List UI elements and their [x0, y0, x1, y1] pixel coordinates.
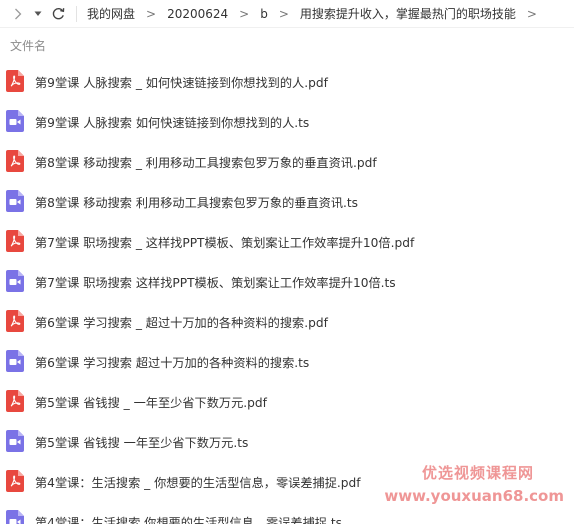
breadcrumb-item-course-folder[interactable]: 用搜索提升收入，掌握最热门的职场技能 — [300, 5, 516, 22]
file-name[interactable]: 第9堂课 人脉搜索 如何快速链接到你想找到的人.ts — [35, 113, 309, 131]
file-list: 第9堂课 人脉搜索 _ 如何快速链接到你想找到的人.pdf 第9堂课 人脉搜索 如… — [0, 61, 574, 524]
breadcrumb-item-date-folder[interactable]: 20200624 — [167, 7, 228, 21]
column-header-filename[interactable]: 文件名 — [10, 37, 46, 54]
breadcrumb-separator: > — [278, 6, 289, 21]
forward-button[interactable] — [10, 0, 26, 27]
file-row[interactable]: 第5堂课 省钱搜 _ 一年至少省下数万元.pdf — [0, 381, 574, 421]
chevron-right-icon — [15, 8, 22, 19]
pdf-file-icon — [6, 70, 24, 92]
file-name[interactable]: 第7堂课 职场搜索 _ 这样找PPT模板、策划案让工作效率提升10倍.pdf — [35, 233, 414, 251]
video-file-icon — [6, 190, 24, 212]
pdf-file-icon — [6, 470, 24, 492]
file-row[interactable]: 第7堂课 职场搜索 这样找PPT模板、策划案让工作效率提升10倍.ts — [0, 261, 574, 301]
file-name[interactable]: 第9堂课 人脉搜索 _ 如何快速链接到你想找到的人.pdf — [35, 73, 328, 91]
file-name[interactable]: 第8堂课 移动搜索 _ 利用移动工具搜索包罗万象的垂直资讯.pdf — [35, 153, 377, 171]
file-name[interactable]: 第4堂课：生活搜索 _ 你想要的生活型信息，零误差捕捉.pdf — [35, 473, 361, 491]
breadcrumb: 我的网盘 > 20200624 > b > 用搜索提升收入，掌握最热门的职场技能… — [87, 5, 548, 22]
video-file-icon — [6, 110, 24, 132]
file-name[interactable]: 第5堂课 省钱搜 _ 一年至少省下数万元.pdf — [35, 393, 267, 411]
toolbar: 我的网盘 > 20200624 > b > 用搜索提升收入，掌握最热门的职场技能… — [0, 0, 574, 28]
file-name[interactable]: 第6堂课 学习搜索 超过十万加的各种资料的搜索.ts — [35, 353, 309, 371]
refresh-button[interactable] — [50, 0, 66, 27]
file-row[interactable]: 第8堂课 移动搜索 利用移动工具搜索包罗万象的垂直资讯.ts — [0, 181, 574, 221]
pdf-file-icon — [6, 390, 24, 412]
file-row[interactable]: 第5堂课 省钱搜 一年至少省下数万元.ts — [0, 421, 574, 461]
file-browser-window: 我的网盘 > 20200624 > b > 用搜索提升收入，掌握最热门的职场技能… — [0, 0, 574, 524]
file-name[interactable]: 第4堂课：生活搜索 你想要的生活型信息，零误差捕捉.ts — [35, 513, 342, 524]
file-row[interactable]: 第6堂课 学习搜索 超过十万加的各种资料的搜索.ts — [0, 341, 574, 381]
pdf-file-icon — [6, 230, 24, 252]
file-row[interactable]: 第8堂课 移动搜索 _ 利用移动工具搜索包罗万象的垂直资讯.pdf — [0, 141, 574, 181]
breadcrumb-separator: > — [146, 6, 157, 21]
file-row[interactable]: 第6堂课 学习搜索 _ 超过十万加的各种资料的搜索.pdf — [0, 301, 574, 341]
file-name[interactable]: 第7堂课 职场搜索 这样找PPT模板、策划案让工作效率提升10倍.ts — [35, 273, 396, 291]
file-name[interactable]: 第8堂课 移动搜索 利用移动工具搜索包罗万象的垂直资讯.ts — [35, 193, 358, 211]
toolbar-divider — [76, 5, 77, 22]
breadcrumb-item-root[interactable]: 我的网盘 — [87, 5, 135, 22]
breadcrumb-separator: > — [239, 6, 250, 21]
video-file-icon — [6, 430, 24, 452]
refresh-icon — [52, 8, 64, 20]
file-name[interactable]: 第5堂课 省钱搜 一年至少省下数万元.ts — [35, 433, 248, 451]
pdf-file-icon — [6, 310, 24, 332]
breadcrumb-item-b-folder[interactable]: b — [260, 7, 268, 21]
file-row[interactable]: 第7堂课 职场搜索 _ 这样找PPT模板、策划案让工作效率提升10倍.pdf — [0, 221, 574, 261]
video-file-icon — [6, 270, 24, 292]
file-row[interactable]: 第4堂课：生活搜索 _ 你想要的生活型信息，零误差捕捉.pdf — [0, 461, 574, 501]
file-name[interactable]: 第6堂课 学习搜索 _ 超过十万加的各种资料的搜索.pdf — [35, 313, 328, 331]
file-row[interactable]: 第9堂课 人脉搜索 _ 如何快速链接到你想找到的人.pdf — [0, 61, 574, 101]
pdf-file-icon — [6, 150, 24, 172]
breadcrumb-separator[interactable]: > — [527, 7, 537, 21]
video-file-icon — [6, 510, 24, 524]
history-dropdown-button[interactable] — [32, 0, 44, 27]
file-row[interactable]: 第9堂课 人脉搜索 如何快速链接到你想找到的人.ts — [0, 101, 574, 141]
file-row[interactable]: 第4堂课：生活搜索 你想要的生活型信息，零误差捕捉.ts — [0, 501, 574, 524]
video-file-icon — [6, 350, 24, 372]
caret-down-icon — [34, 11, 42, 16]
